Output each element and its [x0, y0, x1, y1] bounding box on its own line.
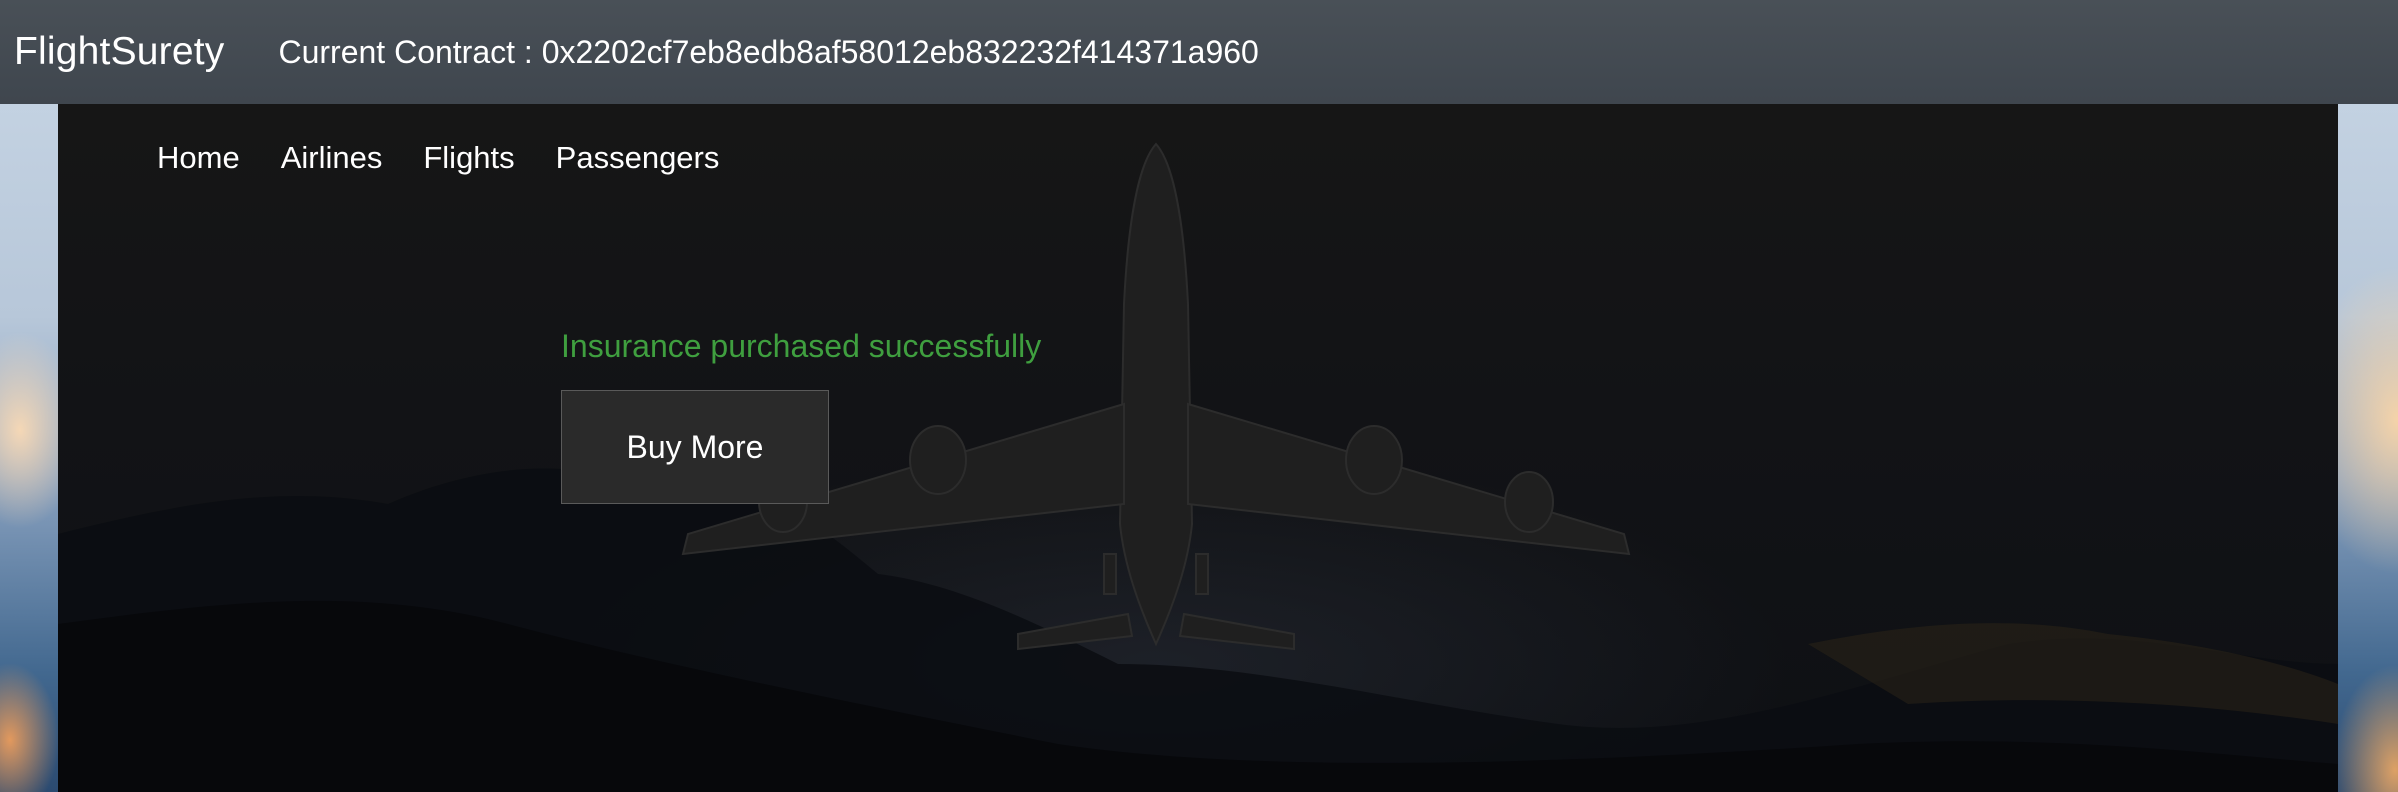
- top-navbar: FlightSurety Current Contract : 0x2202cf…: [0, 0, 2398, 104]
- airplane-silhouette: [681, 142, 1631, 651]
- nav-flights[interactable]: Flights: [423, 140, 514, 176]
- main-panel: Home Airlines Flights Passengers Insuran…: [58, 104, 2338, 792]
- section-nav: Home Airlines Flights Passengers: [157, 140, 760, 176]
- nav-passengers[interactable]: Passengers: [556, 140, 720, 176]
- nav-airlines[interactable]: Airlines: [281, 140, 383, 176]
- success-message: Insurance purchased successfully: [561, 328, 1042, 364]
- brand-logo[interactable]: FlightSurety: [14, 30, 224, 74]
- current-contract-label: Current Contract : 0x2202cf7eb8edb8af580…: [278, 33, 1259, 70]
- nav-home[interactable]: Home: [157, 140, 240, 176]
- buy-more-button[interactable]: Buy More: [561, 390, 829, 504]
